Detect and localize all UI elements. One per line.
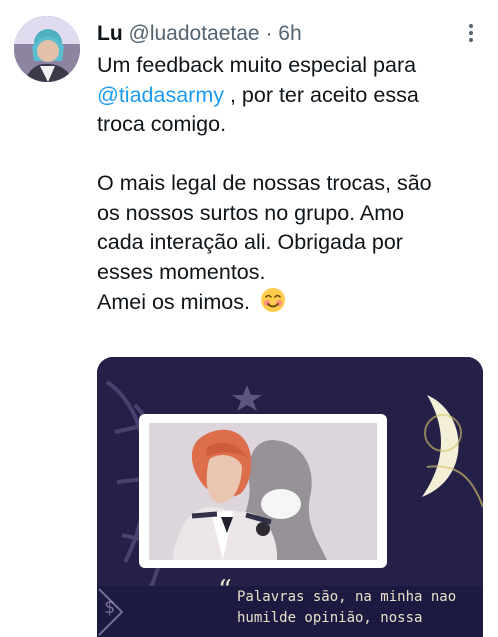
tweet-text-fragment: , por ter aceito essa	[223, 82, 419, 107]
smiling-face-with-smiling-eyes-and-blush-icon	[260, 288, 285, 312]
svg-text:$: $	[104, 597, 115, 618]
separator-dot: ·	[265, 22, 273, 45]
tweet-text: Um feedback muito especial para @tiadasa…	[97, 51, 487, 318]
photo-scene: $ “ Palavras são, na minha nao humilde o…	[97, 357, 483, 637]
username[interactable]: @luadotaetae	[129, 22, 260, 45]
timestamp[interactable]: 6h	[278, 22, 301, 45]
tweet-line: Um feedback muito especial para	[97, 53, 417, 77]
tweet-line: troca comigo.	[97, 112, 227, 136]
tweet-header: Lu @luadotaetae · 6h	[97, 20, 478, 48]
tweet-photo[interactable]: $ “ Palavras são, na minha nao humilde o…	[97, 357, 483, 637]
quote-text-line: humilde opinião, nossa	[237, 610, 422, 626]
avatar[interactable]	[14, 16, 80, 82]
tweet-line: O mais legal de nossas trocas, são	[97, 171, 432, 195]
quote-text-line: Palavras são, na minha nao	[237, 589, 456, 605]
tweet-line: Amei os mimos.	[97, 287, 487, 318]
avatar-image	[14, 16, 80, 82]
tweet-line: cada interação ali. Obrigada por	[97, 230, 403, 254]
tweet-text-fragment: Amei os mimos.	[97, 290, 250, 314]
tweet-line: os nossos surtos no grupo. Amo	[97, 200, 405, 225]
more-options-icon[interactable]	[462, 22, 480, 44]
tweet-line: @tiadasarmy , por ter aceito essa	[97, 81, 487, 111]
display-name[interactable]: Lu	[97, 22, 123, 45]
tweet[interactable]: Lu @luadotaetae · 6h Um feedback muito e…	[0, 0, 498, 637]
quote-mark: “	[218, 575, 232, 606]
mention-link[interactable]: @tiadasarmy	[97, 83, 224, 107]
tweet-line: esses momentos.	[97, 259, 266, 284]
